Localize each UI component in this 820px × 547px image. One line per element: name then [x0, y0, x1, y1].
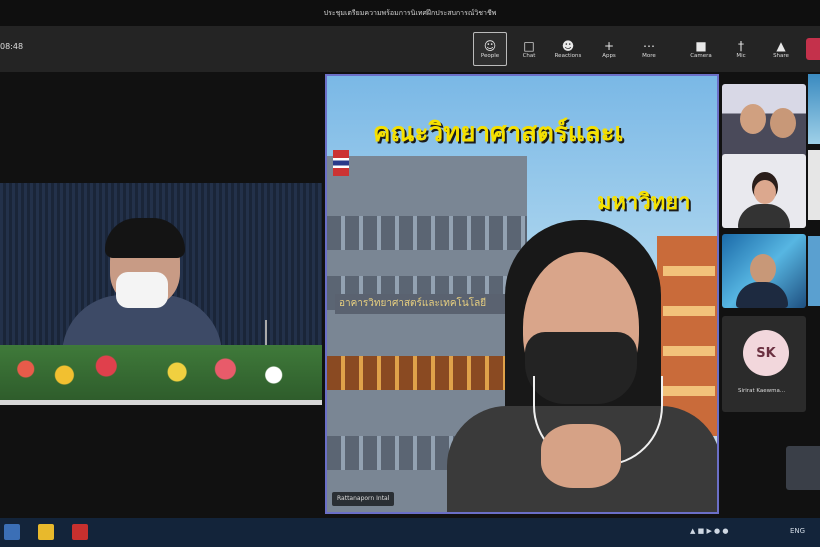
language-indicator[interactable]: ENG — [790, 527, 805, 535]
participant-name-tag: Rattanaporn Intal — [332, 492, 395, 506]
speaker-mask — [116, 272, 168, 308]
share-button[interactable]: ▲ Share — [764, 32, 798, 66]
thai-flag — [333, 150, 349, 176]
title-bar: ประชุมเตรียมความพร้อมการนิเทศฝึกประสบการ… — [0, 0, 820, 26]
app-icon[interactable] — [72, 524, 88, 540]
system-tray-icons[interactable]: ▲ ■ ▶ ● ● — [690, 527, 729, 535]
participant-thumbnail-edge[interactable] — [808, 236, 820, 306]
chat-icon: □ — [523, 39, 535, 53]
camera-icon: ■ — [695, 39, 707, 53]
more-icon: ⋯ — [643, 39, 655, 53]
share-icon: ▲ — [776, 39, 786, 53]
file-explorer-icon[interactable] — [38, 524, 54, 540]
mic-button[interactable]: † Mic — [724, 32, 758, 66]
participant-thumbnail[interactable] — [722, 154, 806, 228]
presenter-hand — [541, 424, 621, 488]
leave-button[interactable] — [806, 38, 820, 60]
self-view-preview[interactable] — [786, 446, 820, 490]
apps-button[interactable]: + Apps — [592, 32, 626, 66]
apps-icon: + — [603, 39, 615, 53]
avatar-name: Sirirat Kaewma... — [738, 388, 786, 394]
participant-thumbnail-edge[interactable] — [808, 74, 820, 144]
chat-button[interactable]: □ Chat — [512, 32, 546, 66]
mic-icon: † — [738, 39, 744, 53]
participant-avatar-tile[interactable]: SK Sirirat Kaewma... — [722, 316, 806, 412]
participant-thumbnail[interactable] — [722, 234, 806, 308]
windows-taskbar: ▲ ■ ▶ ● ● ENG — [0, 518, 820, 547]
table-edge — [0, 400, 322, 405]
start-icon[interactable] — [4, 524, 20, 540]
background-title-text: คณะวิทยาศาสตร์และเ — [373, 118, 624, 148]
participant-thumbnail[interactable] — [722, 84, 806, 158]
people-icon: ☺ — [483, 39, 497, 53]
reactions-icon: ☻ — [561, 39, 575, 53]
meeting-timer: 08:48 — [0, 42, 24, 51]
avatar: SK — [743, 330, 789, 376]
window-title: ประชุมเตรียมความพร้อมการนิเทศฝึกประสบการ… — [323, 8, 497, 17]
participant-thumbnail-edge[interactable] — [808, 150, 820, 220]
active-speaker-video[interactable]: อาคารวิทยาศาสตร์และเทคโนโลยี คณะวิทยาศาส… — [325, 74, 719, 514]
camera-button[interactable]: ■ Camera — [684, 32, 718, 66]
reactions-button[interactable]: ☻ Reactions — [551, 32, 585, 66]
building-sign: อาคารวิทยาศาสตร์และเทคโนโลยี — [335, 294, 515, 314]
background-subtitle-text: มหาวิทยา — [597, 190, 691, 215]
meeting-toolbar: 08:48 ☺ People □ Chat ☻ Reactions + Apps… — [0, 26, 820, 72]
more-button[interactable]: ⋯ More — [632, 32, 666, 66]
flower-arrangement — [0, 345, 322, 405]
people-button[interactable]: ☺ People — [473, 32, 507, 66]
